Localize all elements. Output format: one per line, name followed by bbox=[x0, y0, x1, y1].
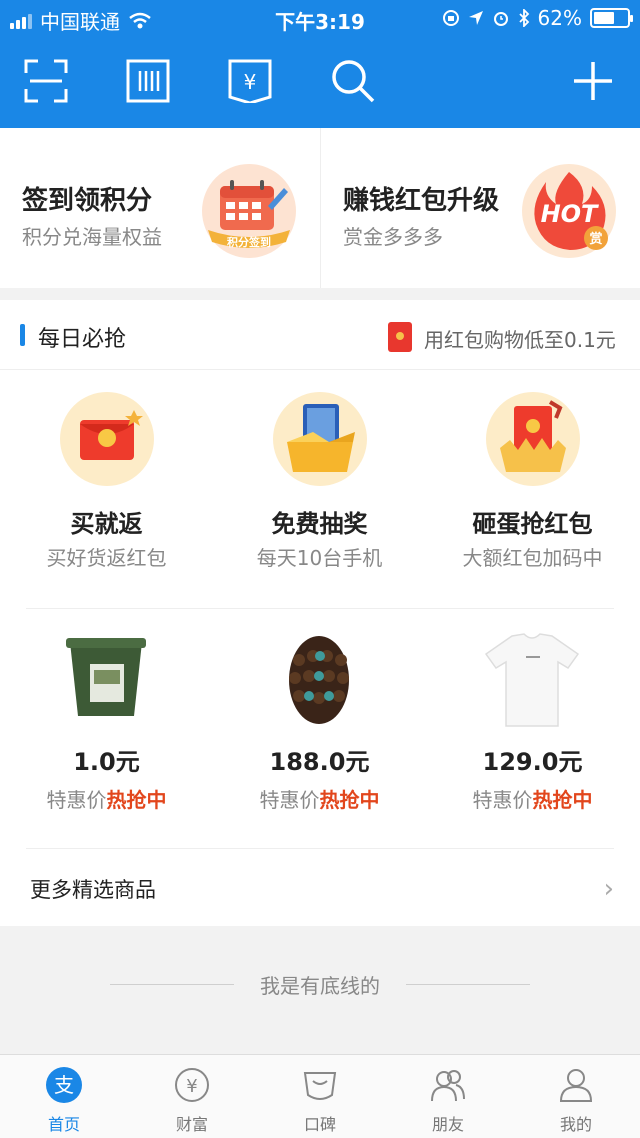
calendar-badge: 积分签到 bbox=[202, 164, 296, 258]
collect-button[interactable]: ¥ bbox=[223, 54, 277, 108]
search-button[interactable] bbox=[326, 54, 380, 108]
barcode-icon bbox=[126, 59, 170, 103]
product-item[interactable]: 188.0元 特惠价热抢中 bbox=[213, 630, 426, 830]
golden-egg-icon bbox=[486, 392, 580, 486]
svg-text:支: 支 bbox=[54, 1073, 74, 1097]
tab-label: 朋友 bbox=[431, 1115, 464, 1134]
bonus-card[interactable]: 赚钱红包升级 赏金多多多 HOT 赏 bbox=[320, 128, 640, 288]
wallet-icon: ¥ bbox=[228, 59, 272, 103]
badge-text: 积分签到 bbox=[227, 236, 271, 249]
friends-icon bbox=[431, 1070, 465, 1102]
add-button[interactable] bbox=[566, 54, 620, 108]
product-desc: 特惠价热抢中 bbox=[46, 788, 167, 812]
alipay-home-icon: 支 bbox=[46, 1067, 82, 1103]
bead-bracelet-image bbox=[289, 636, 349, 724]
yen-icon: ¥ bbox=[175, 1068, 209, 1102]
hot-text: HOT bbox=[540, 200, 598, 228]
add-icon bbox=[574, 62, 612, 100]
hot-badge: HOT 赏 bbox=[522, 164, 616, 258]
promo-title: 买就返 bbox=[70, 510, 143, 538]
promo-subtitle: 每天10台手机 bbox=[256, 546, 383, 570]
scan-button[interactable] bbox=[19, 54, 73, 108]
section-title: 每日必抢 bbox=[38, 327, 127, 352]
section-header: 每日必抢 用红包购物低至0.1元 bbox=[0, 300, 640, 370]
alarm-icon bbox=[493, 12, 508, 26]
end-line-right bbox=[406, 984, 530, 985]
white-tshirt-image bbox=[484, 633, 580, 727]
end-of-feed: 我是有底线的 bbox=[0, 966, 640, 1002]
product-price: 129.0元 bbox=[482, 748, 583, 776]
tab-koubei[interactable]: 口碑 bbox=[256, 1055, 384, 1138]
promo-egg[interactable]: 砸蛋抢红包 大额红包加码中 bbox=[426, 392, 639, 592]
tab-label: 财富 bbox=[175, 1115, 208, 1134]
card-subtitle: 积分兑海量权益 bbox=[22, 225, 162, 249]
flower-pot-image bbox=[66, 638, 146, 716]
more-products-row[interactable]: 更多精选商品 › bbox=[0, 848, 640, 926]
hot-subtext: 赏 bbox=[589, 232, 603, 247]
location-icon bbox=[468, 11, 483, 25]
svg-text:¥: ¥ bbox=[244, 70, 257, 94]
status-bar: 中国联通 下午3:19 62% bbox=[0, 0, 640, 36]
battery-icon bbox=[590, 8, 633, 28]
svg-text:¥: ¥ bbox=[186, 1076, 197, 1097]
lock-rotation-icon bbox=[442, 10, 459, 26]
profile-icon bbox=[559, 1069, 593, 1102]
promo-cashback[interactable]: 买就返 买好货返红包 bbox=[0, 392, 213, 592]
gift-box-icon bbox=[273, 392, 367, 486]
product-item[interactable]: 1.0元 特惠价热抢中 bbox=[0, 630, 213, 830]
top-bar: 中国联通 下午3:19 62% ¥ bbox=[0, 0, 640, 128]
bluetooth-icon bbox=[518, 9, 529, 27]
tab-friends[interactable]: 朋友 bbox=[384, 1055, 512, 1138]
section-accent bbox=[20, 324, 25, 346]
feature-cards: 签到领积分 积分兑海量权益 积分签到 赚钱红包升级 赏金多多多 HOT 赏 bbox=[0, 128, 640, 288]
promo-subtitle: 买好货返红包 bbox=[46, 546, 167, 570]
tab-label: 口碑 bbox=[303, 1115, 336, 1134]
pay-code-button[interactable] bbox=[121, 54, 175, 108]
promo-title: 砸蛋抢红包 bbox=[472, 510, 593, 538]
red-envelope-icon bbox=[388, 322, 412, 352]
tab-label: 我的 bbox=[559, 1115, 592, 1134]
checkin-card[interactable]: 签到领积分 积分兑海量权益 积分签到 bbox=[0, 128, 320, 288]
tab-label: 首页 bbox=[47, 1115, 80, 1134]
promo-subtitle: 大额红包加码中 bbox=[462, 546, 603, 570]
bottom-tab-bar: 支 首页 ¥ 财富 口碑 朋友 我的 bbox=[0, 1054, 640, 1138]
more-products-label: 更多精选商品 bbox=[30, 878, 156, 902]
red-packet-icon bbox=[60, 392, 154, 486]
product-price: 1.0元 bbox=[73, 748, 140, 776]
divider bbox=[26, 608, 614, 609]
daily-deals-section: 每日必抢 用红包购物低至0.1元 买就返 买好货返红包 免费抽奖 每天10台手机… bbox=[0, 300, 640, 926]
tab-home[interactable]: 支 首页 bbox=[0, 1055, 128, 1138]
card-subtitle: 赏金多多多 bbox=[343, 225, 443, 249]
chevron-right-icon: › bbox=[603, 874, 614, 904]
product-desc: 特惠价热抢中 bbox=[259, 788, 380, 812]
tab-profile[interactable]: 我的 bbox=[512, 1055, 640, 1138]
promo-lottery[interactable]: 免费抽奖 每天10台手机 bbox=[213, 392, 426, 592]
search-icon bbox=[332, 60, 375, 103]
card-title: 签到领积分 bbox=[22, 186, 153, 216]
battery-percent: 62% bbox=[537, 6, 582, 30]
product-item[interactable]: 129.0元 特惠价热抢中 bbox=[426, 630, 639, 830]
tab-wealth[interactable]: ¥ 财富 bbox=[128, 1055, 256, 1138]
product-desc: 特惠价热抢中 bbox=[472, 788, 593, 812]
end-of-feed-text: 我是有底线的 bbox=[260, 974, 380, 998]
scan-icon bbox=[24, 59, 68, 103]
product-price: 188.0元 bbox=[269, 748, 370, 776]
promo-title: 免费抽奖 bbox=[271, 510, 368, 538]
koubei-icon bbox=[303, 1072, 337, 1100]
section-tip[interactable]: 用红包购物低至0.1元 bbox=[424, 324, 616, 353]
card-title: 赚钱红包升级 bbox=[343, 186, 500, 216]
